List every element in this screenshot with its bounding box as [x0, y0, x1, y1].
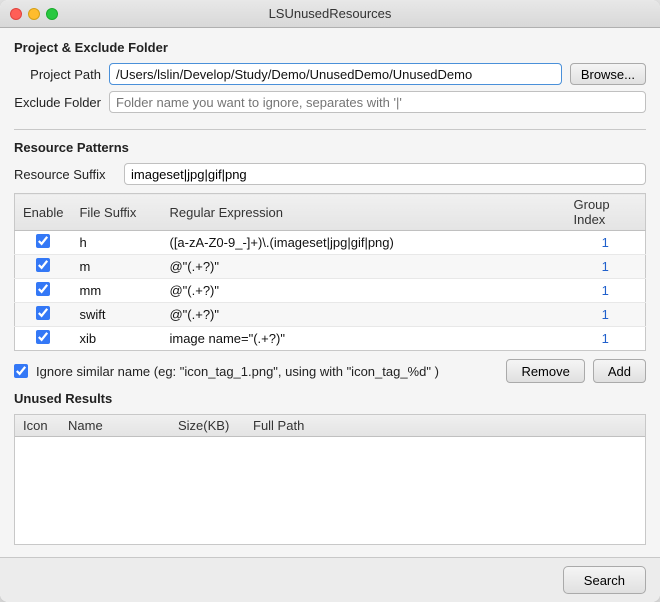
add-button[interactable]: Add: [593, 359, 646, 383]
pattern-group-1: 1: [566, 255, 646, 279]
results-table-container: Icon Name Size(KB) Full Path: [14, 414, 646, 545]
table-row: h ([a-zA-Z0-9_-]+)\.(imageset|jpg|gif|pn…: [15, 231, 646, 255]
header-name: Name: [60, 415, 170, 437]
remove-button[interactable]: Remove: [506, 359, 584, 383]
maximize-button[interactable]: [46, 8, 58, 20]
pattern-group-2: 1: [566, 279, 646, 303]
pattern-checkbox-0[interactable]: [36, 234, 50, 248]
project-section-title: Project & Exclude Folder: [14, 40, 646, 55]
header-icon: Icon: [15, 415, 60, 437]
title-bar: LSUnusedResources: [0, 0, 660, 28]
window-title: LSUnusedResources: [269, 6, 392, 21]
header-regular-expression: Regular Expression: [161, 194, 565, 231]
header-enable: Enable: [15, 194, 72, 231]
pattern-checkbox-4[interactable]: [36, 330, 50, 344]
close-button[interactable]: [10, 8, 22, 20]
ignore-text: Ignore similar name (eg: "icon_tag_1.png…: [36, 364, 498, 379]
resource-suffix-row: Resource Suffix: [14, 163, 646, 185]
exclude-folder-input[interactable]: [109, 91, 646, 113]
table-row: mm @"(.+?)" 1: [15, 279, 646, 303]
header-size: Size(KB): [170, 415, 245, 437]
results-section-title: Unused Results: [14, 391, 646, 406]
exclude-folder-label: Exclude Folder: [14, 95, 109, 110]
pattern-regex-1: @"(.+?)": [161, 255, 565, 279]
pattern-regex-4: image name="(.+?)": [161, 327, 565, 351]
resource-section: Resource Patterns Resource Suffix Enable…: [14, 140, 646, 391]
content-area: Project & Exclude Folder Project Path Br…: [0, 28, 660, 557]
resource-section-title: Resource Patterns: [14, 140, 646, 155]
exclude-folder-row: Exclude Folder: [14, 91, 646, 113]
pattern-group-3: 1: [566, 303, 646, 327]
patterns-table: Enable File Suffix Regular Expression Gr…: [14, 193, 646, 351]
pattern-checkbox-1[interactable]: [36, 258, 50, 272]
search-button[interactable]: Search: [563, 566, 646, 594]
pattern-regex-2: @"(.+?)": [161, 279, 565, 303]
pattern-suffix-1: m: [71, 255, 161, 279]
minimize-button[interactable]: [28, 8, 40, 20]
pattern-checkbox-2[interactable]: [36, 282, 50, 296]
project-path-row: Project Path Browse...: [14, 63, 646, 85]
project-path-input[interactable]: [109, 63, 562, 85]
browse-button[interactable]: Browse...: [570, 63, 646, 85]
pattern-group-0: 1: [566, 231, 646, 255]
ignore-row: Ignore similar name (eg: "icon_tag_1.png…: [14, 359, 646, 383]
results-section: Unused Results Icon Name Size(KB) Full P…: [14, 391, 646, 545]
traffic-lights: [10, 8, 58, 20]
pattern-regex-3: @"(.+?)": [161, 303, 565, 327]
pattern-suffix-3: swift: [71, 303, 161, 327]
table-row: xib image name="(.+?)" 1: [15, 327, 646, 351]
suffix-label: Resource Suffix: [14, 167, 124, 182]
header-file-suffix: File Suffix: [71, 194, 161, 231]
bottom-bar: Search: [0, 557, 660, 602]
results-table: Icon Name Size(KB) Full Path: [15, 415, 645, 437]
project-section: Project & Exclude Folder Project Path Br…: [14, 40, 646, 119]
pattern-suffix-0: h: [71, 231, 161, 255]
pattern-suffix-2: mm: [71, 279, 161, 303]
table-row: swift @"(.+?)" 1: [15, 303, 646, 327]
pattern-checkbox-3[interactable]: [36, 306, 50, 320]
project-path-label: Project Path: [14, 67, 109, 82]
table-row: m @"(.+?)" 1: [15, 255, 646, 279]
pattern-suffix-4: xib: [71, 327, 161, 351]
header-full-path: Full Path: [245, 415, 645, 437]
ignore-checkbox[interactable]: [14, 364, 28, 378]
header-group-index: Group Index: [566, 194, 646, 231]
divider-1: [14, 129, 646, 130]
pattern-group-4: 1: [566, 327, 646, 351]
pattern-regex-0: ([a-zA-Z0-9_-]+)\.(imageset|jpg|gif|png): [161, 231, 565, 255]
suffix-input[interactable]: [124, 163, 646, 185]
main-window: LSUnusedResources Project & Exclude Fold…: [0, 0, 660, 602]
